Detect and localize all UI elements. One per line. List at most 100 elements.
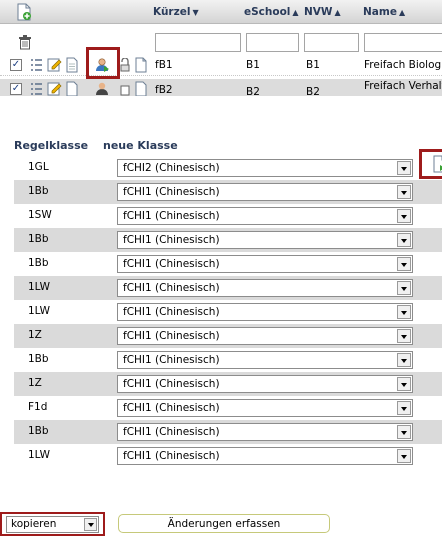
chevron-down-icon[interactable]	[397, 209, 411, 223]
table-row: 1GL fCHI2 (Chinesisch)	[14, 156, 442, 180]
cell-name: Freifach Verhalt	[364, 80, 442, 92]
document-icon[interactable]	[65, 81, 79, 96]
sort-up-icon: ▲	[334, 8, 341, 17]
document-icon[interactable]	[134, 81, 148, 96]
regelklasse-cell: 1Bb	[28, 257, 49, 269]
table-row: 1Bb fCHI1 (Chinesisch)	[14, 348, 442, 372]
filter-name-input[interactable]	[364, 33, 442, 52]
document-icon[interactable]	[65, 57, 79, 76]
link-icon[interactable]	[119, 82, 131, 96]
table-row: 1LW fCHI1 (Chinesisch)	[14, 444, 442, 468]
list-icon[interactable]	[30, 82, 43, 96]
document-icon[interactable]	[134, 57, 148, 76]
trash-icon[interactable]	[18, 35, 32, 53]
regelklasse-cell: 1GL	[28, 161, 49, 173]
regelklasse-cell: 1Bb	[28, 233, 49, 245]
filter-row	[0, 33, 442, 53]
select-value: fCHI2 (Chinesisch)	[123, 162, 220, 174]
cell-nvw: B1	[306, 59, 320, 71]
column-header-kuerzel[interactable]: Kürzel ▼	[153, 6, 199, 18]
table-row[interactable]: ✓ fB1 B1 B1 Freifach Biologie	[0, 55, 442, 76]
table-row: 1LW fCHI1 (Chinesisch)	[14, 300, 442, 324]
neue-klasse-select[interactable]: fCHI1 (Chinesisch)	[117, 375, 413, 393]
column-header-eschool[interactable]: eSchool ▲	[244, 6, 299, 18]
filter-eschool-input[interactable]	[246, 33, 299, 52]
edit-icon[interactable]	[47, 57, 62, 75]
person-icon[interactable]	[95, 81, 111, 96]
regelklasse-cell: 1Bb	[28, 185, 49, 197]
select-value: fCHI1 (Chinesisch)	[123, 378, 220, 390]
add-document-icon[interactable]	[16, 3, 32, 24]
chevron-down-icon[interactable]	[397, 233, 411, 247]
select-value: kopieren	[11, 518, 57, 530]
chevron-down-icon[interactable]	[397, 185, 411, 199]
submit-changes-button[interactable]: Änderungen erfassen	[118, 514, 330, 533]
table-row: F1d fCHI1 (Chinesisch)	[14, 396, 442, 420]
select-value: fCHI1 (Chinesisch)	[123, 354, 220, 366]
regelklasse-cell: 1Bb	[28, 425, 49, 437]
sort-up-icon: ▲	[292, 8, 299, 17]
neue-klasse-select[interactable]: fCHI1 (Chinesisch)	[117, 351, 413, 369]
form-footer: kopieren Änderungen erfassen	[0, 512, 442, 536]
chevron-down-icon[interactable]	[397, 329, 411, 343]
neue-klasse-select[interactable]: fCHI1 (Chinesisch)	[117, 183, 413, 201]
regelklasse-cell: 1LW	[28, 305, 50, 317]
neue-klasse-select[interactable]: fCHI1 (Chinesisch)	[117, 327, 413, 345]
edit-icon[interactable]	[47, 81, 62, 96]
filter-nvw-input[interactable]	[304, 33, 359, 52]
regelklasse-cell: 1Bb	[28, 353, 49, 365]
link-icon[interactable]	[119, 57, 131, 75]
action-highlight: kopieren	[0, 512, 105, 536]
chevron-down-icon[interactable]	[397, 425, 411, 439]
row-checkbox[interactable]: ✓	[10, 59, 22, 71]
select-value: fCHI1 (Chinesisch)	[123, 450, 220, 462]
column-header-name[interactable]: Name ▲	[363, 6, 405, 18]
sort-down-icon: ▼	[192, 8, 199, 17]
neue-klasse-select[interactable]: fCHI1 (Chinesisch)	[117, 255, 413, 273]
neue-klasse-select[interactable]: fCHI1 (Chinesisch)	[117, 399, 413, 417]
chevron-down-icon[interactable]	[397, 401, 411, 415]
chevron-down-icon[interactable]	[397, 257, 411, 271]
grid-header: Kürzel ▼ eSchool ▲ NVW ▲ Name ▲	[0, 0, 442, 24]
neue-klasse-select[interactable]: fCHI2 (Chinesisch)	[117, 159, 413, 177]
cell-kuerzel: fB1	[155, 59, 173, 71]
chevron-down-icon[interactable]	[397, 305, 411, 319]
header-neue-klasse: neue Klasse	[103, 139, 178, 152]
chevron-down-icon[interactable]	[397, 161, 411, 175]
table-row: 1Z fCHI1 (Chinesisch)	[14, 372, 442, 396]
select-value: fCHI1 (Chinesisch)	[123, 402, 220, 414]
select-value: fCHI1 (Chinesisch)	[123, 426, 220, 438]
copy-to-all-button[interactable]	[419, 149, 442, 179]
cell-nvw: B2	[306, 86, 320, 96]
chevron-down-icon[interactable]	[397, 377, 411, 391]
chevron-down-icon[interactable]	[84, 518, 97, 531]
filter-kuerzel-input[interactable]	[155, 33, 241, 52]
list-icon[interactable]	[30, 58, 43, 75]
column-header-label: eSchool	[244, 6, 291, 18]
table-row: 1Bb fCHI1 (Chinesisch)	[14, 420, 442, 444]
regelklasse-cell: 1SW	[28, 209, 52, 221]
action-select[interactable]: kopieren	[6, 516, 99, 533]
neue-klasse-select[interactable]: fCHI1 (Chinesisch)	[117, 447, 413, 465]
regelklasse-cell: 1LW	[28, 281, 50, 293]
regelklasse-cell: 1Z	[28, 329, 42, 341]
column-header-nvw[interactable]: NVW ▲	[304, 6, 341, 18]
copy-action-highlight	[86, 47, 120, 79]
column-header-label: NVW	[304, 6, 333, 18]
select-value: fCHI1 (Chinesisch)	[123, 258, 220, 270]
row-checkbox[interactable]: ✓	[10, 83, 22, 95]
table-row: 1SW fCHI1 (Chinesisch)	[14, 204, 442, 228]
neue-klasse-select[interactable]: fCHI1 (Chinesisch)	[117, 423, 413, 441]
sort-up-icon: ▲	[398, 8, 406, 17]
neue-klasse-select[interactable]: fCHI1 (Chinesisch)	[117, 303, 413, 321]
chevron-down-icon[interactable]	[397, 449, 411, 463]
neue-klasse-select[interactable]: fCHI1 (Chinesisch)	[117, 279, 413, 297]
chevron-down-icon[interactable]	[397, 353, 411, 367]
chevron-down-icon[interactable]	[397, 281, 411, 295]
neue-klasse-select[interactable]: fCHI1 (Chinesisch)	[117, 231, 413, 249]
column-header-label: Kürzel	[153, 6, 191, 18]
regelklasse-cell: 1Z	[28, 377, 42, 389]
neue-klasse-select[interactable]: fCHI1 (Chinesisch)	[117, 207, 413, 225]
table-row[interactable]: ✓ fB2 B2 B2 Freifach Verhalt	[0, 79, 442, 96]
cell-eschool: B1	[246, 59, 260, 71]
